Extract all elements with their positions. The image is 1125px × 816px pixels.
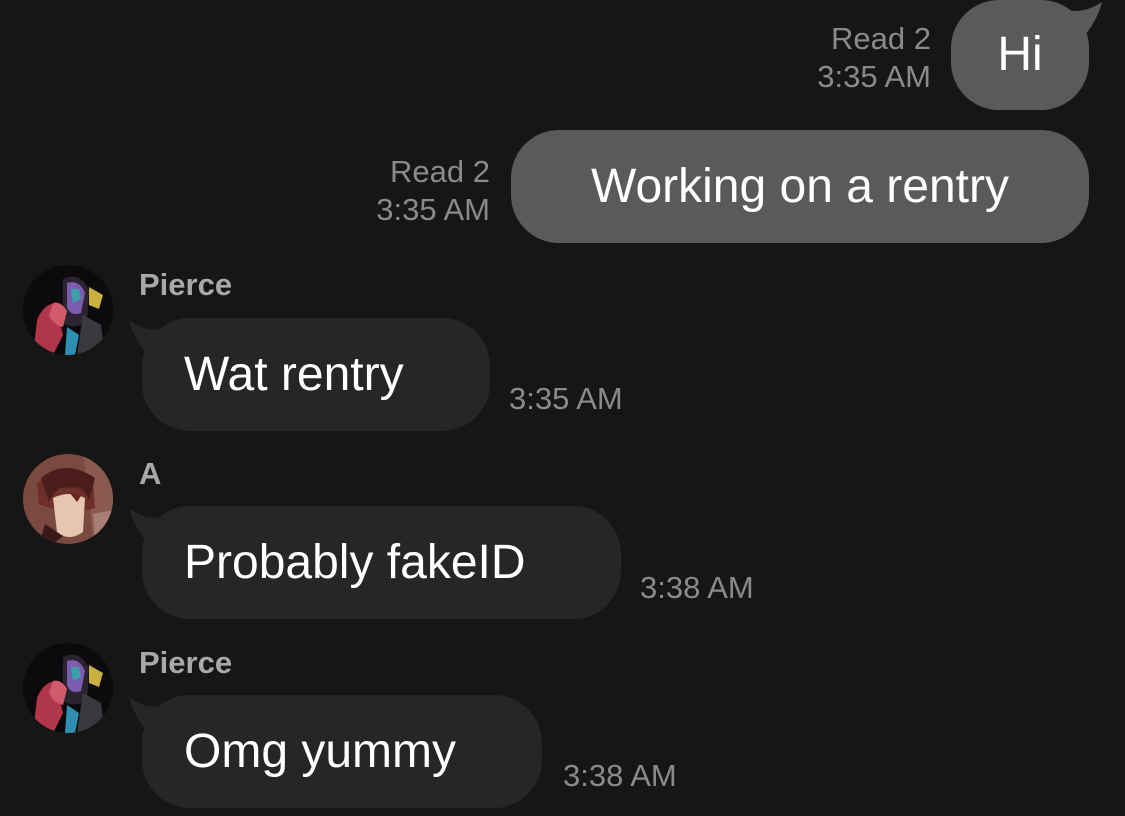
message-bubble[interactable]: Working on a rentry xyxy=(511,130,1089,243)
avatar-pierce[interactable] xyxy=(23,643,113,733)
read-receipt: Read 2 3:35 AM xyxy=(376,153,490,229)
message-text: Wat rentry xyxy=(184,347,404,401)
sender-name: A xyxy=(139,456,162,491)
message-time: 3:35 AM xyxy=(376,192,490,227)
message-time: 3:35 AM xyxy=(509,381,623,416)
message-text: Hi xyxy=(997,28,1043,81)
message-time: 3:38 AM xyxy=(640,570,754,605)
sender-name: Pierce xyxy=(139,267,233,302)
avatar-pierce[interactable] xyxy=(23,265,113,355)
avatar-a[interactable] xyxy=(23,454,113,544)
avatar-image xyxy=(23,454,113,544)
message-bubble[interactable]: Probably fakeID xyxy=(142,506,621,619)
message-time: 3:35 AM xyxy=(817,59,931,94)
message-bubble[interactable]: Wat rentry xyxy=(142,318,490,431)
avatar-image xyxy=(23,643,113,733)
message-text: Omg yummy xyxy=(184,724,457,778)
avatar-image xyxy=(23,265,113,355)
read-status: Read 2 xyxy=(831,21,931,56)
read-receipt: Read 2 3:35 AM xyxy=(817,20,931,96)
message-text: Working on a rentry xyxy=(591,159,1009,213)
sender-name: Pierce xyxy=(139,645,233,680)
message-time: 3:38 AM xyxy=(563,758,677,793)
read-status: Read 2 xyxy=(390,154,490,189)
message-text: Probably fakeID xyxy=(184,535,526,589)
bubble-tail xyxy=(1064,2,1102,34)
message-bubble[interactable]: Omg yummy xyxy=(142,695,542,808)
